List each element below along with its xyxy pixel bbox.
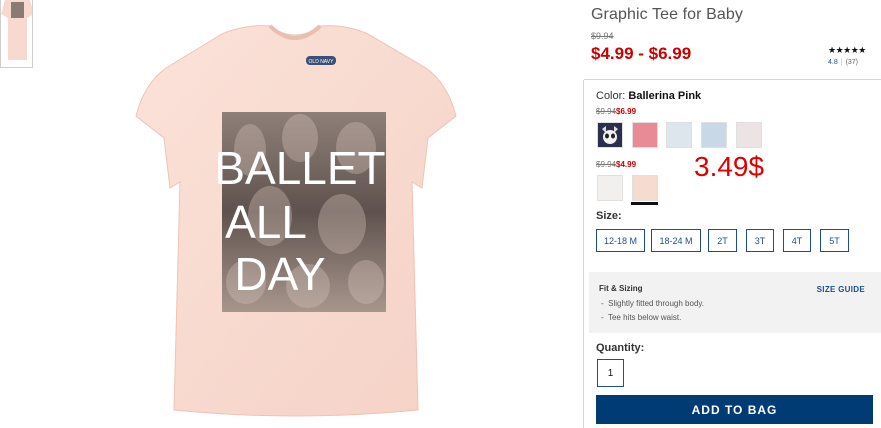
color-swatch-ballerina-pink[interactable] [632,175,658,201]
sale-price-range: $4.99 - $6.99 [591,44,692,63]
color-swatch-6[interactable] [597,175,623,201]
color-group-2-price: $9.94$4.99 [596,160,636,169]
product-rating[interactable]: ★★★★★ 4.8 | (37) [828,45,878,66]
size-option-4t[interactable]: 4T [783,229,811,252]
group2-was-price: $9.94 [596,160,617,169]
original-price: $9.94 [591,31,614,41]
size-option-12-18m[interactable]: 12-18 M [596,229,645,252]
quantity-label: Quantity: [596,342,645,354]
selected-color-name: Ballerina Pink [628,90,702,102]
handwritten-price-note: 3.49$ [694,151,765,182]
color-label: Color: [596,90,626,102]
fit-sizing-panel: Fit & Sizing - Slightly fitted through b… [589,272,881,333]
product-thumbnail[interactable] [0,0,33,68]
size-option-18-24m[interactable]: 18-24 M [651,229,701,252]
fit-item-2-text: Tee hits below waist. [607,313,682,322]
quantity-input[interactable]: 1 [597,359,624,387]
product-image: OLD NAVY BALLET ALL DAY [130,20,460,420]
color-swatch-1[interactable] [597,122,623,148]
rating-meta: 4.8 | (37) [828,59,878,66]
brand-tag-text: OLD NAVY [309,59,335,65]
column-divider [583,80,584,428]
rating-separator: | [840,59,843,66]
size-label: Size: [596,210,622,222]
fit-item-1-text: Slightly fitted through body. [608,299,705,308]
product-title: Graphic Tee for Baby [591,6,744,23]
fit-item-2: - Tee hits below waist. [601,313,682,322]
size-option-3t[interactable]: 3T [746,229,774,252]
rating-score: 4.8 [828,59,838,66]
graphic-text-line2: ALL [225,196,307,248]
color-swatch-2[interactable] [632,122,658,148]
add-to-bag-button[interactable]: ADD TO BAG [596,395,873,424]
graphic-text-line1: BALLET [214,142,385,194]
review-count: (37) [845,59,859,66]
color-swatch-3[interactable] [666,122,692,148]
group1-now-price: $6.99 [616,107,637,116]
color-group-1-price: $9.94$6.99 [596,107,636,116]
size-guide-link[interactable]: SIZE GUIDE [817,285,865,294]
fit-item-1: - Slightly fitted through body. [601,299,705,308]
graphic-text-line3: DAY [234,248,325,300]
rating-stars-icon: ★★★★★ [828,45,866,55]
color-swatch-5[interactable] [736,122,762,148]
group2-now-price: $4.99 [616,160,637,169]
fit-sizing-title: Fit & Sizing [599,284,643,293]
header-rule [584,79,881,80]
color-swatch-4[interactable] [701,122,727,148]
size-option-5t[interactable]: 5T [820,229,849,252]
group1-was-price: $9.94 [596,107,617,116]
size-option-2t[interactable]: 2T [708,229,737,252]
color-heading: Color: Ballerina Pink [596,90,701,102]
selected-swatch-indicator [631,202,658,205]
